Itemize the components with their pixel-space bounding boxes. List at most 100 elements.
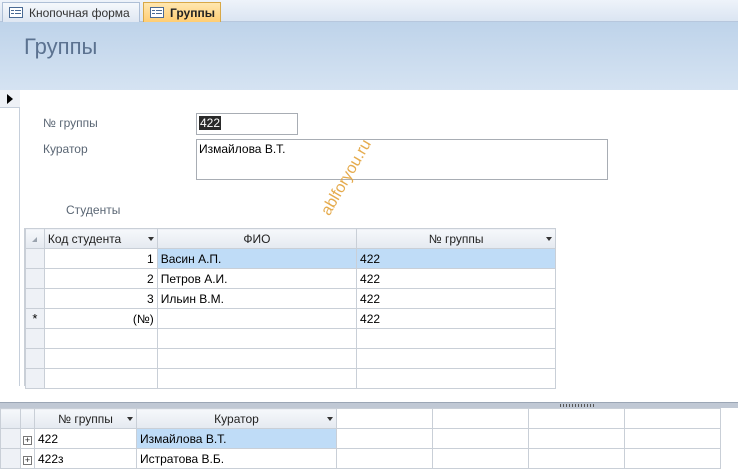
cell-student-id[interactable]: 3 <box>43 288 158 309</box>
document-tab-bar: Кнопочная форма Группы <box>0 0 738 22</box>
empty-row <box>25 368 608 389</box>
cell-group[interactable]: 422 <box>34 428 137 449</box>
empty-cell <box>43 348 158 369</box>
empty-cell <box>556 349 608 369</box>
row-selector[interactable] <box>25 288 45 309</box>
empty-cell <box>528 448 625 469</box>
column-header-fio[interactable]: ФИО <box>156 228 358 249</box>
cell-group[interactable]: 422 <box>356 268 557 289</box>
empty-row <box>25 328 608 349</box>
empty-header-area <box>432 408 529 429</box>
empty-cell <box>156 328 358 349</box>
empty-cell <box>624 448 721 469</box>
empty-header-area <box>528 408 625 429</box>
column-header-group[interactable]: № группы <box>34 408 137 429</box>
empty-cell <box>556 289 608 309</box>
table-row[interactable]: 2 Петров А.И. 422 <box>25 268 608 289</box>
row-selector <box>25 328 45 349</box>
empty-header-area <box>624 408 721 429</box>
column-header-curator[interactable]: Куратор <box>136 408 337 429</box>
column-dropdown-icon[interactable] <box>127 417 133 421</box>
expand-plus-icon[interactable]: + <box>23 455 32 465</box>
group-number-value: 422 <box>199 116 222 130</box>
students-datasheet[interactable]: Код студента ФИО № группы 1 Васин А.П. 4… <box>25 228 608 389</box>
empty-header-area <box>555 228 608 249</box>
cell-curator[interactable]: Измайлова В.Т. <box>136 428 337 449</box>
row-selector[interactable] <box>0 428 21 449</box>
tab-groups[interactable]: Группы <box>143 2 221 22</box>
column-header-group[interactable]: № группы <box>356 228 557 249</box>
empty-cell <box>556 369 608 389</box>
empty-header-area <box>336 408 433 429</box>
cell-group[interactable]: 422 <box>356 248 557 269</box>
column-dropdown-icon[interactable] <box>147 237 154 241</box>
cell-group[interactable]: 422з <box>34 448 137 469</box>
empty-cell <box>43 368 158 389</box>
table-row[interactable]: + 422 Измайлова В.Т. <box>0 428 721 449</box>
cell-fio[interactable]: Петров А.И. <box>156 268 358 289</box>
cell-fio[interactable]: Ильин В.М. <box>156 288 358 309</box>
column-header-label: Куратор <box>214 411 259 426</box>
expand-plus-icon[interactable]: + <box>23 435 32 445</box>
empty-cell <box>528 428 625 449</box>
splitter-grip-icon[interactable] <box>560 404 594 407</box>
empty-cell <box>356 368 557 389</box>
expand-cell[interactable]: + <box>20 448 35 469</box>
expand-cell[interactable]: + <box>20 428 35 449</box>
column-dropdown-icon[interactable] <box>327 417 333 421</box>
new-record-row[interactable]: * (№) 422 <box>25 308 608 329</box>
row-selector[interactable] <box>25 248 45 269</box>
row-selector <box>25 348 45 369</box>
empty-cell <box>556 249 608 269</box>
cell-fio[interactable] <box>156 308 358 329</box>
column-header-label: ФИО <box>243 231 271 246</box>
empty-cell <box>432 448 529 469</box>
empty-cell <box>156 348 358 369</box>
empty-cell <box>336 428 433 449</box>
row-selector[interactable] <box>0 448 21 469</box>
current-record-arrow-icon <box>7 94 13 104</box>
form-title: Группы <box>24 34 98 59</box>
expand-column-header <box>20 408 35 429</box>
table-row[interactable]: + 422з Истратова В.Б. <box>0 448 721 469</box>
groups-datasheet-pane[interactable]: № группы Куратор + 422 Измайлова В.Т. + … <box>0 408 738 469</box>
empty-cell <box>556 269 608 289</box>
row-selector <box>25 368 45 389</box>
students-label: Студенты <box>66 203 121 217</box>
curator-label: Куратор <box>43 142 88 156</box>
column-header-student-id[interactable]: Код студента <box>43 228 158 249</box>
empty-cell <box>43 328 158 349</box>
table-row[interactable]: 1 Васин А.П. 422 <box>25 248 608 269</box>
empty-cell <box>356 348 557 369</box>
select-all-corner[interactable] <box>0 408 21 429</box>
cell-fio[interactable]: Васин А.П. <box>156 248 358 269</box>
empty-cell <box>156 368 358 389</box>
tab-switchboard[interactable]: Кнопочная форма <box>2 2 140 22</box>
form-icon <box>9 7 23 18</box>
cell-group[interactable]: 422 <box>356 308 557 329</box>
row-selector[interactable] <box>25 268 45 289</box>
students-subform[interactable]: Код студента ФИО № группы 1 Васин А.П. 4… <box>24 228 608 389</box>
groups-datasheet[interactable]: № группы Куратор + 422 Измайлова В.Т. + … <box>0 408 721 469</box>
empty-cell <box>336 448 433 469</box>
tab-label: Группы <box>170 5 215 20</box>
new-record-icon[interactable]: * <box>25 308 45 329</box>
cell-student-id[interactable]: (№) <box>43 308 158 329</box>
cell-student-id[interactable]: 1 <box>43 248 158 269</box>
select-all-corner[interactable] <box>25 228 45 249</box>
form-header: Группы <box>0 22 738 90</box>
column-dropdown-icon[interactable] <box>546 237 553 241</box>
table-row[interactable]: 3 Ильин В.М. 422 <box>25 288 608 309</box>
cell-curator[interactable]: Истратова В.Б. <box>136 448 337 469</box>
current-record-marker[interactable] <box>0 90 20 108</box>
empty-cell <box>556 329 608 349</box>
record-selector[interactable] <box>0 90 20 386</box>
group-number-field[interactable]: 422 <box>196 113 298 135</box>
empty-cell <box>356 328 557 349</box>
cell-group[interactable]: 422 <box>356 288 557 309</box>
curator-field[interactable]: Измайлова В.Т. <box>196 139 608 180</box>
empty-cell <box>624 428 721 449</box>
select-all-icon <box>32 237 37 242</box>
empty-cell <box>556 309 608 329</box>
cell-student-id[interactable]: 2 <box>43 268 158 289</box>
